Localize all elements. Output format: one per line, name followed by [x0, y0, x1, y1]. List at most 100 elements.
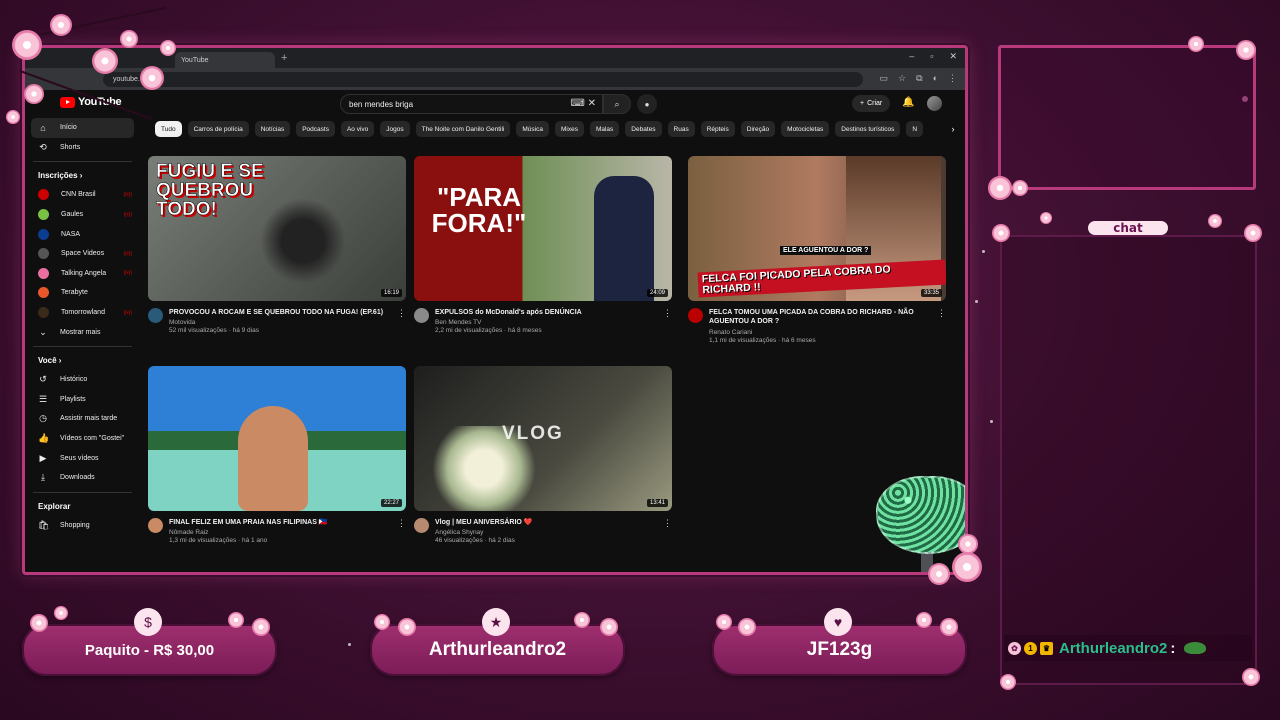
sidebar-item-your-videos[interactable]: ▶ Seus vídeos [25, 448, 140, 468]
browser-toolbar-icons: ▭ ☆ ⧉ ◐ ⋮ [880, 73, 957, 84]
filter-chip[interactable]: Direção [740, 121, 776, 137]
channel-avatar[interactable] [414, 518, 429, 533]
filter-chip[interactable]: Jogos [380, 121, 410, 137]
filter-chip[interactable]: Podcasts [296, 121, 335, 137]
video-menu-icon[interactable]: ⋮ [397, 308, 406, 319]
sidebar-item-downloads[interactable]: ⤓ Downloads [25, 468, 140, 488]
create-label: Criar [867, 100, 883, 107]
sidebar-item-subscription[interactable]: NASA [25, 224, 140, 244]
video-card[interactable]: VLOG 13:41 Vlog | MEU ANIVERSÁRIO ❤️ Ang… [414, 366, 672, 544]
filter-chip[interactable]: Música [516, 121, 549, 137]
video-thumbnail[interactable]: "PARA FORA!" 24:09 [414, 156, 672, 301]
chips-next-arrow-icon[interactable]: › [945, 121, 961, 137]
shorts-icon: ⟲ [39, 141, 47, 152]
video-card[interactable]: "PARA FORA!" 24:09 EXPULSOS do McDonald'… [414, 156, 672, 334]
sidebar-item-shorts[interactable]: ⟲ Shorts [25, 138, 140, 158]
channel-name[interactable]: Renato Cariani [709, 329, 929, 336]
sidebar-item-subscription[interactable]: CNN Brasil ((•)) [25, 185, 140, 205]
filter-chip[interactable]: Carros de polícia [187, 121, 249, 137]
channel-name[interactable]: Motovida [169, 319, 389, 326]
sidebar-item-history[interactable]: ↺ Histórico [25, 370, 140, 390]
search-input[interactable]: ben mendes briga ⌨ ✕ [340, 94, 603, 114]
filter-chip[interactable]: Debates [625, 121, 662, 137]
filter-chip[interactable]: N [906, 121, 924, 137]
channel-avatar[interactable] [148, 308, 163, 323]
video-title[interactable]: EXPULSOS do McDonald's após DENÚNCIA [435, 308, 655, 317]
sidebar-item-liked-videos[interactable]: 👍 Vídeos com "Gostei" [25, 429, 140, 449]
voice-search-button[interactable]: ● [637, 94, 657, 114]
video-thumbnail[interactable]: FUGIU E SE QUEBROU TODO! 16:19 [148, 156, 406, 301]
video-menu-icon[interactable]: ⋮ [663, 308, 672, 319]
video-title[interactable]: FINAL FELIZ EM UMA PRAIA NAS FILIPINAS 🇵… [169, 518, 389, 527]
sidebar-item-shopping[interactable]: 🛍 Shopping [25, 516, 140, 536]
channel-avatar[interactable] [688, 308, 703, 323]
maximize-button[interactable]: ▫ [930, 51, 933, 62]
account-avatar[interactable] [927, 96, 942, 111]
video-thumbnail[interactable]: 22:27 [148, 366, 406, 511]
video-thumbnail[interactable]: VLOG 13:41 [414, 366, 672, 511]
clear-search-icon[interactable]: ⌨ ✕ [570, 98, 596, 109]
show-more-button[interactable]: ⌄ Mostrar mais [25, 322, 140, 342]
profile-icon[interactable]: ◐ [933, 73, 938, 84]
channel-name[interactable]: Angélica Shynay [435, 529, 655, 536]
chip-all[interactable]: Tudo [155, 121, 182, 137]
video-title[interactable]: FELCA TOMOU UMA PICADA DA COBRA DO RICHA… [709, 308, 929, 327]
video-menu-icon[interactable]: ⋮ [937, 308, 946, 319]
filter-chip[interactable]: Mixes [554, 121, 584, 137]
filter-chip[interactable]: Destinos turísticos [835, 121, 901, 137]
blossom-decoration [1188, 36, 1204, 52]
subscriptions-header-label: Inscrições [38, 171, 78, 181]
channel-name[interactable]: Nômade Raiz [169, 529, 389, 536]
sidebar-item-home[interactable]: ⌂ Início [31, 118, 134, 138]
video-thumbnail[interactable]: ELE AGUENTOU A DOR ? FELCA FOI PICADO PE… [688, 156, 946, 301]
minimize-button[interactable]: – [909, 51, 914, 62]
video-title[interactable]: Vlog | MEU ANIVERSÁRIO ❤️ [435, 518, 655, 527]
filter-chip[interactable]: Notícias [254, 121, 291, 137]
video-title[interactable]: PROVOCOU A ROCAM E SE QUEBROU TODO NA FU… [169, 308, 389, 317]
channel-name[interactable]: Ben Mendes TV [435, 319, 655, 326]
watch-later-icon: ◷ [39, 413, 47, 424]
sidebar-item-subscription[interactable]: Terabyte [25, 283, 140, 303]
blossom-decoration [952, 552, 982, 582]
channel-avatar[interactable] [148, 518, 163, 533]
video-card[interactable]: FUGIU E SE QUEBROU TODO! 16:19 PROVOCOU … [148, 156, 406, 334]
browser-tab[interactable]: YouTube [175, 52, 275, 68]
filter-chip[interactable]: Malas [589, 121, 620, 137]
video-menu-icon[interactable]: ⋮ [663, 518, 672, 529]
sidebar-item-watch-later[interactable]: ◷ Assistir mais tarde [25, 409, 140, 429]
webcam-frame [998, 45, 1256, 190]
filter-chip[interactable]: Répteis [700, 121, 735, 137]
blossom-decoration [54, 606, 68, 620]
menu-kebab-icon[interactable]: ⋮ [948, 73, 957, 84]
channel-avatar[interactable] [414, 308, 429, 323]
url-field[interactable]: youtube.com [103, 71, 863, 87]
filter-chip[interactable]: Ruas [667, 121, 695, 137]
your-videos-icon: ▶ [39, 452, 47, 463]
sidebar-item-playlists[interactable]: ☰ Playlists [25, 390, 140, 410]
new-tab-icon[interactable]: + [281, 52, 287, 64]
crown-badge-icon: ♛ [1040, 641, 1053, 655]
video-card[interactable]: 22:27 FINAL FELIZ EM UMA PRAIA NAS FILIP… [148, 366, 406, 544]
search-button[interactable]: ⌕ [603, 94, 631, 114]
blossom-decoration [24, 84, 44, 104]
bookmark-star-icon[interactable]: ☆ [898, 73, 906, 84]
filter-chip[interactable]: Ao vivo [340, 121, 375, 137]
subscriptions-header[interactable]: Inscrições › [25, 166, 140, 185]
create-button[interactable]: + Criar [852, 95, 891, 112]
blossom-decoration [958, 534, 978, 554]
cast-icon[interactable]: ▭ [880, 73, 889, 84]
video-menu-icon[interactable]: ⋮ [397, 518, 406, 529]
sidebar-item-subscription[interactable]: Talking Angela ((•)) [25, 264, 140, 284]
sidebar-item-subscription[interactable]: Space Videos ((•)) [25, 244, 140, 264]
you-header[interactable]: Você › [25, 351, 140, 370]
sidebar-item-subscription[interactable]: Gaules ((•)) [25, 205, 140, 225]
close-button[interactable]: ✕ [949, 51, 957, 62]
sidebar-item-label: Terabyte [61, 289, 88, 297]
sidebar-item-subscription[interactable]: Tomorrowland ((•)) [25, 303, 140, 323]
extensions-icon[interactable]: ⧉ [916, 73, 922, 84]
blossom-decoration [140, 66, 164, 90]
video-card[interactable]: ELE AGUENTOU A DOR ? FELCA FOI PICADO PE… [688, 156, 946, 344]
filter-chip[interactable]: Motocicletas [781, 121, 830, 137]
notifications-bell-icon[interactable]: 🔔 [902, 97, 914, 108]
filter-chip[interactable]: The Noite com Danilo Gentili [415, 121, 511, 137]
